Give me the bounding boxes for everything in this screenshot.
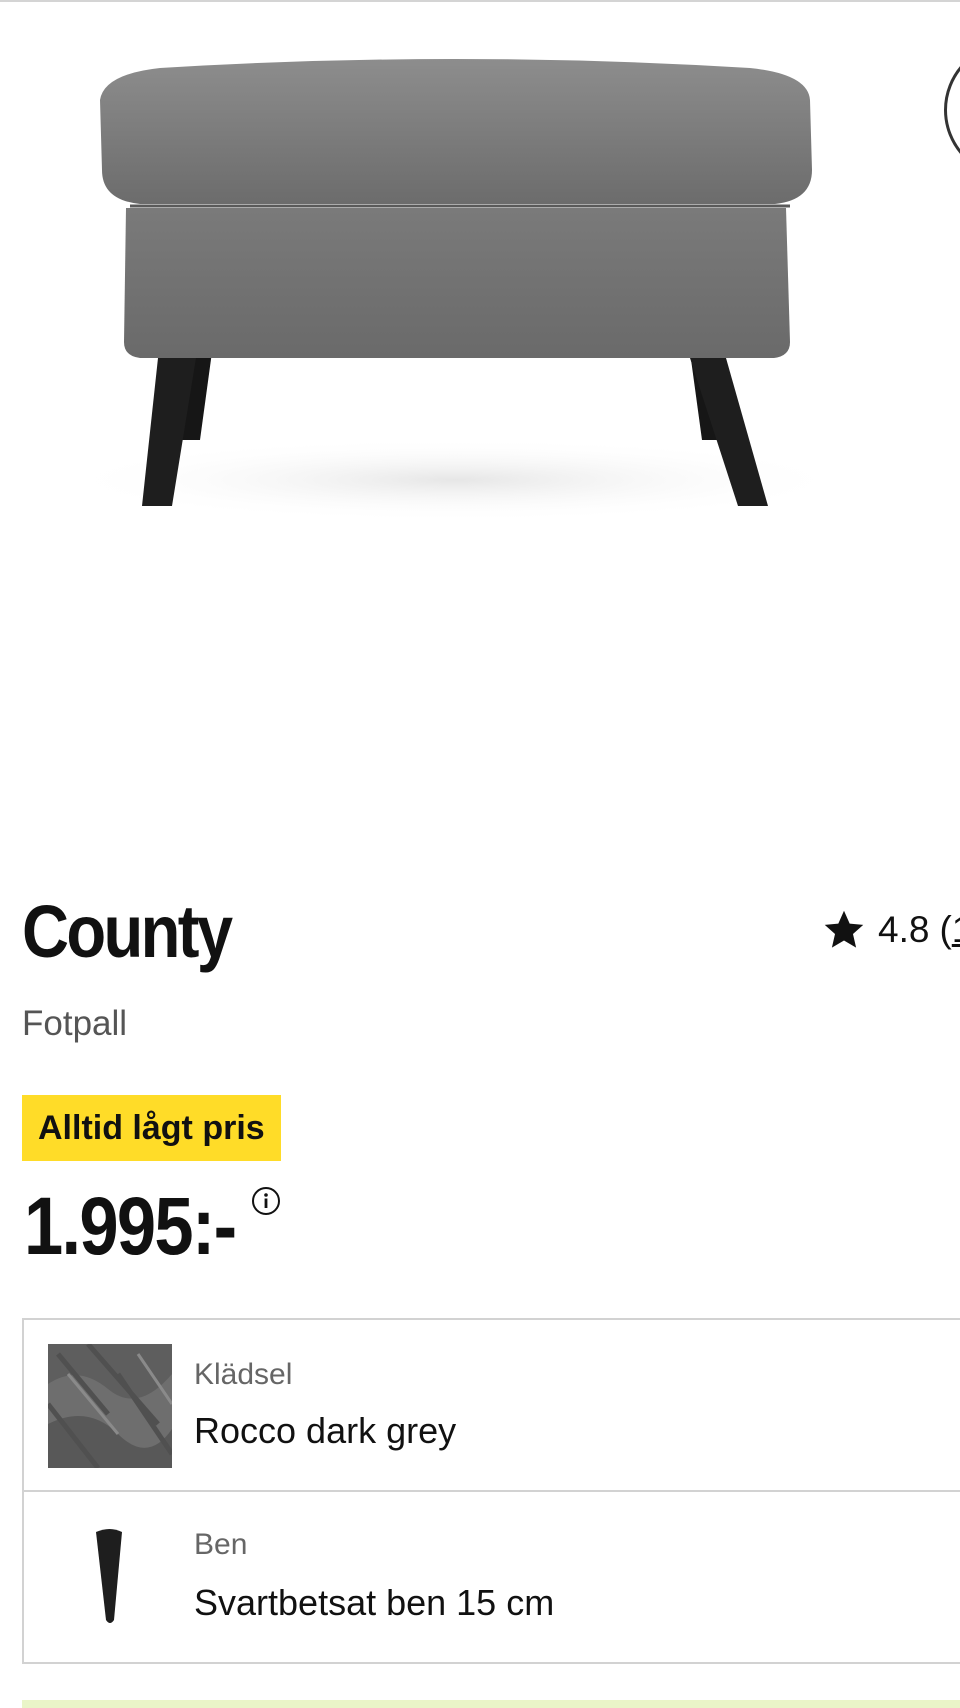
product-title: County bbox=[22, 890, 233, 973]
rating-value: 4.8 bbox=[878, 909, 930, 950]
price-badge: Alltid lågt pris bbox=[22, 1095, 281, 1161]
product-subtitle: Fotpall bbox=[22, 1004, 128, 1043]
leg-swatch-icon bbox=[96, 1529, 122, 1623]
option-row-upholstery[interactable]: Klädsel Rocco dark grey bbox=[24, 1320, 960, 1490]
star-icon bbox=[824, 910, 864, 948]
review-count-link[interactable]: 1 bbox=[952, 909, 960, 951]
fabric-swatch-icon bbox=[48, 1344, 172, 1468]
product-price: 1.995:- bbox=[24, 1181, 237, 1272]
info-icon[interactable] bbox=[251, 1186, 281, 1216]
product-rating[interactable]: 4.8 ( 1 bbox=[822, 905, 960, 955]
option-label: Klädsel bbox=[194, 1358, 293, 1391]
product-image[interactable] bbox=[0, 2, 960, 762]
option-row-legs[interactable]: Ben Svartbetsat ben 15 cm bbox=[24, 1490, 960, 1662]
option-value: Svartbetsat ben 15 cm bbox=[194, 1582, 555, 1623]
ottoman-image bbox=[55, 59, 855, 522]
option-label: Ben bbox=[194, 1528, 248, 1561]
bottom-accent-bar bbox=[22, 1700, 960, 1708]
option-value: Rocco dark grey bbox=[194, 1410, 457, 1451]
rating-paren: ( bbox=[939, 909, 952, 950]
configuration-options: Klädsel Rocco dark grey Ben Svartbetsat … bbox=[22, 1318, 960, 1664]
